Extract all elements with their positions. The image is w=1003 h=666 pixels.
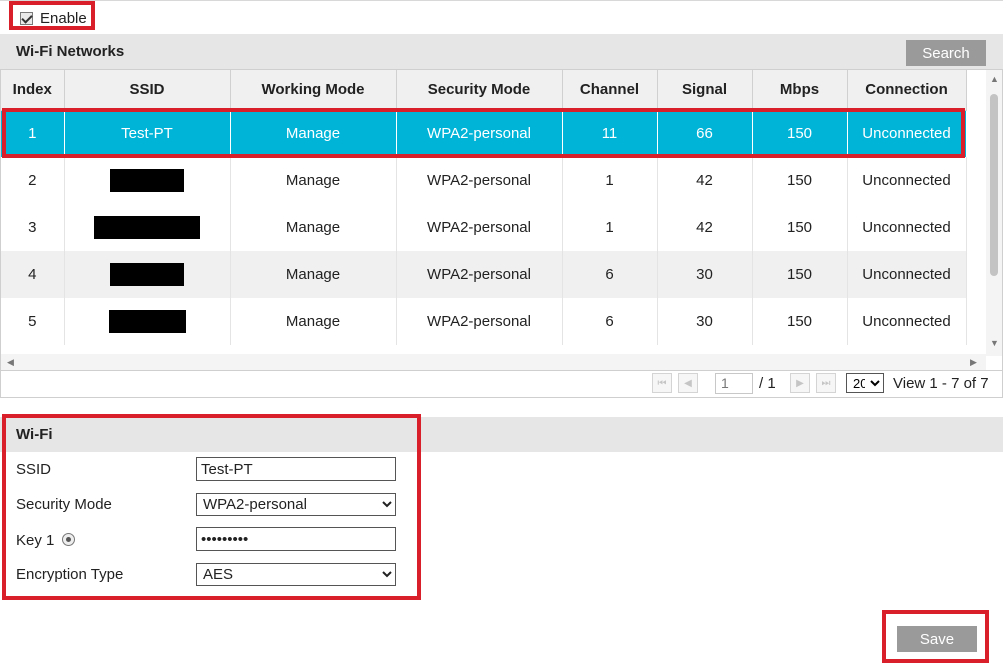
highlight-selected-row xyxy=(2,108,965,158)
cell-index: 2 xyxy=(1,157,65,204)
redacted-ssid xyxy=(108,310,186,333)
cell-index: 5 xyxy=(1,298,65,345)
column-header-connection[interactable]: Connection xyxy=(847,70,967,111)
column-header-channel[interactable]: Channel xyxy=(562,70,658,111)
scroll-left-icon[interactable]: ◀ xyxy=(7,357,14,367)
cell-connection: Unconnected xyxy=(847,157,967,204)
scroll-down-icon[interactable]: ▼ xyxy=(990,338,999,348)
redacted-ssid xyxy=(94,216,200,239)
networks-title: Wi-Fi Networks xyxy=(16,43,125,60)
scroll-up-icon[interactable]: ▲ xyxy=(990,74,999,84)
table-row[interactable]: 3 Manage WPA2-personal 1 42 150 Unconnec… xyxy=(1,204,967,251)
table-row[interactable]: 2 Manage WPA2-personal 1 42 150 Unconnec… xyxy=(1,157,967,204)
column-header-working-mode[interactable]: Working Mode xyxy=(230,70,397,111)
pager: ⏮ ◀ 1 / 1 ▶ ⏭ 20 View 1 - 7 of 7 xyxy=(0,371,1003,398)
cell-index: 3 xyxy=(1,204,65,251)
cell-signal: 30 xyxy=(657,251,753,298)
column-header-ssid[interactable]: SSID xyxy=(64,70,231,111)
redacted-ssid xyxy=(110,263,184,286)
cell-connection: Unconnected xyxy=(847,204,967,251)
highlight-enable xyxy=(9,1,95,30)
cell-security-mode: WPA2-personal xyxy=(396,251,563,298)
cell-ssid xyxy=(64,204,231,251)
cell-working-mode: Manage xyxy=(230,298,397,345)
cell-mbps: 150 xyxy=(752,298,848,345)
scrollbar-thumb[interactable] xyxy=(990,94,998,276)
cell-working-mode: Manage xyxy=(230,204,397,251)
cell-mbps: 150 xyxy=(752,204,848,251)
cell-signal: 42 xyxy=(657,157,753,204)
cell-index: 4 xyxy=(1,251,65,298)
column-header-signal[interactable]: Signal xyxy=(657,70,753,111)
search-button[interactable]: Search xyxy=(906,40,986,66)
page-total: / 1 xyxy=(759,375,776,392)
highlight-save xyxy=(882,610,989,663)
cell-working-mode: Manage xyxy=(230,251,397,298)
cell-working-mode: Manage xyxy=(230,157,397,204)
table-header-row: Index SSID Working Mode Security Mode Ch… xyxy=(1,70,967,111)
cell-mbps: 150 xyxy=(752,157,848,204)
networks-panel-header: Wi-Fi Networks xyxy=(0,34,1003,69)
cell-security-mode: WPA2-personal xyxy=(396,157,563,204)
cell-signal: 42 xyxy=(657,204,753,251)
column-header-mbps[interactable]: Mbps xyxy=(752,70,848,111)
cell-channel: 1 xyxy=(562,157,658,204)
prev-page-icon[interactable]: ◀ xyxy=(678,373,698,393)
last-page-icon[interactable]: ⏭ xyxy=(816,373,836,393)
cell-channel: 1 xyxy=(562,204,658,251)
page-size-select[interactable]: 20 xyxy=(846,373,884,393)
cell-ssid xyxy=(64,157,231,204)
top-divider xyxy=(0,0,1003,1)
vertical-scrollbar[interactable]: ▲ ▼ xyxy=(986,70,1002,356)
highlight-wifi-form xyxy=(2,414,421,600)
redacted-ssid xyxy=(110,169,184,192)
next-page-icon[interactable]: ▶ xyxy=(790,373,810,393)
cell-channel: 6 xyxy=(562,298,658,345)
table-row[interactable]: 4 Manage WPA2-personal 6 30 150 Unconnec… xyxy=(1,251,967,298)
cell-security-mode: WPA2-personal xyxy=(396,298,563,345)
scroll-right-icon[interactable]: ▶ xyxy=(970,357,977,367)
first-page-icon[interactable]: ⏮ xyxy=(652,373,672,393)
cell-mbps: 150 xyxy=(752,251,848,298)
cell-ssid xyxy=(64,251,231,298)
cell-ssid xyxy=(64,298,231,345)
column-header-security-mode[interactable]: Security Mode xyxy=(396,70,563,111)
cell-connection: Unconnected xyxy=(847,251,967,298)
cell-signal: 30 xyxy=(657,298,753,345)
table-row[interactable]: 5 Manage WPA2-personal 6 30 150 Unconnec… xyxy=(1,298,967,345)
cell-security-mode: WPA2-personal xyxy=(396,204,563,251)
horizontal-scrollbar[interactable]: ◀ ▶ xyxy=(1,354,986,370)
view-range-text: View 1 - 7 of 7 xyxy=(893,375,989,392)
column-header-index[interactable]: Index xyxy=(1,70,65,111)
cell-connection: Unconnected xyxy=(847,298,967,345)
page-number-input[interactable]: 1 xyxy=(715,373,753,394)
cell-channel: 6 xyxy=(562,251,658,298)
